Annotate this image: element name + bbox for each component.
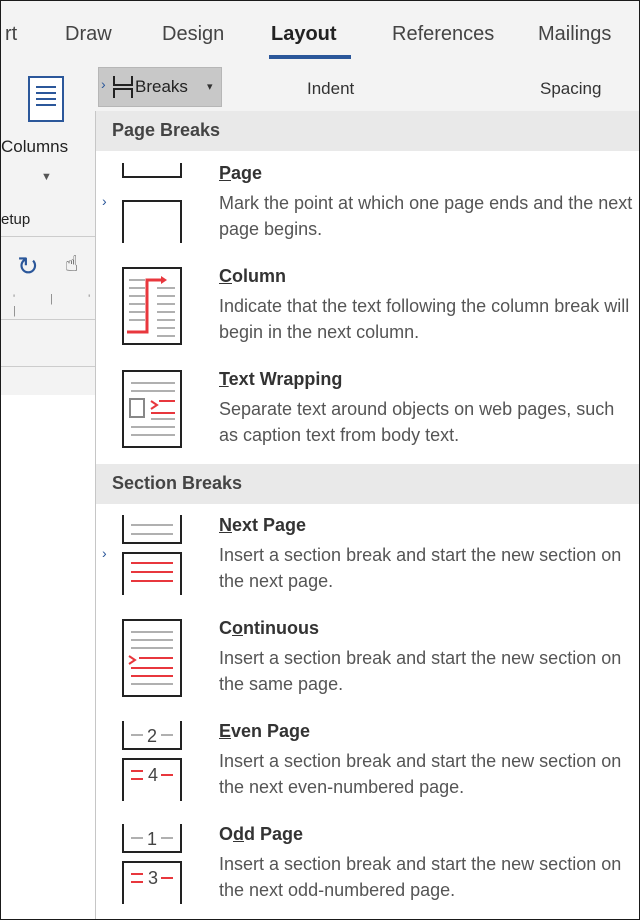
item-description: Insert a section break and start the new… — [219, 751, 622, 797]
svg-text:2: 2 — [147, 726, 157, 746]
page-break-icon — [122, 163, 182, 243]
breaks-icon — [113, 76, 133, 98]
breaks-button[interactable]: › Breaks ▾ — [98, 67, 222, 107]
ribbon-divider — [1, 236, 95, 237]
item-title: Even Page — [219, 721, 311, 741]
menu-item-text-wrapping[interactable]: Text Wrapping Separate text around objec… — [96, 369, 639, 459]
menu-item-page[interactable]: › Page Mark the point at which one page … — [96, 163, 639, 253]
touch-mode-icon[interactable]: ☝ — [65, 251, 78, 277]
odd-page-break-icon: 1 3 — [122, 824, 182, 904]
word-window: rt Draw Design Layout References Mailing… — [0, 0, 640, 920]
spacing-label: Spacing — [540, 79, 602, 98]
page-setup-group-label: etup — [1, 211, 31, 228]
svg-text:4: 4 — [148, 765, 158, 785]
even-page-break-icon: 2 4 — [122, 721, 182, 801]
menu-item-odd-page[interactable]: 1 3 Odd Page Insert a section break and … — [96, 824, 639, 914]
document-edge — [1, 366, 95, 367]
columns-dropdown-arrow[interactable]: ▼ — [41, 171, 52, 183]
menu-item-continuous[interactable]: Continuous Insert a section break and st… — [96, 618, 639, 708]
item-title: Next Page — [219, 515, 307, 535]
chevron-right-icon: › — [102, 545, 107, 561]
page-breaks-header: Page Breaks — [96, 111, 639, 151]
ribbon-tabs: rt Draw Design Layout References Mailing… — [1, 1, 639, 65]
tab-draw[interactable]: Draw — [65, 23, 112, 46]
chevron-right-icon: › — [101, 76, 106, 92]
chevron-right-icon: › — [102, 193, 107, 209]
item-description: Separate text around objects on web page… — [219, 399, 615, 445]
tab-layout[interactable]: Layout — [271, 23, 337, 46]
svg-text:1: 1 — [147, 829, 157, 849]
item-description: Insert a section break and start the new… — [219, 648, 622, 694]
rotate-icon[interactable]: ↻ — [17, 251, 39, 282]
menu-item-even-page[interactable]: 2 4 Even Page Insert a section break and… — [96, 721, 639, 811]
item-title: Text Wrapping — [219, 369, 343, 389]
columns-button-label[interactable]: Columns — [1, 137, 68, 157]
ruler-divider — [1, 319, 95, 320]
menu-item-column[interactable]: Column Indicate that the text following … — [96, 266, 639, 356]
tab-references[interactable]: References — [392, 23, 494, 46]
continuous-break-icon — [122, 619, 182, 697]
tab-mailings[interactable]: Mailings — [538, 23, 611, 46]
item-description: Mark the point at which one page ends an… — [219, 193, 633, 239]
svg-text:3: 3 — [148, 868, 158, 888]
column-break-icon — [122, 267, 182, 345]
item-description: Insert a section break and start the new… — [219, 854, 622, 900]
tab-insert[interactable]: rt — [5, 23, 17, 46]
breaks-dropdown-menu: Page Breaks › Page Mark the point at whi… — [95, 111, 639, 919]
chevron-down-icon: ▾ — [207, 81, 213, 93]
active-tab-indicator — [269, 55, 351, 59]
next-page-break-icon — [122, 515, 182, 595]
item-description: Indicate that the text following the col… — [219, 296, 630, 342]
columns-icon[interactable] — [28, 76, 64, 122]
text-wrapping-icon — [122, 370, 182, 448]
item-title: Odd Page — [219, 824, 304, 844]
breaks-label: Breaks — [135, 77, 188, 96]
item-title: Continuous — [219, 618, 319, 638]
section-breaks-header: Section Breaks — [96, 464, 639, 504]
item-title: Page — [219, 163, 263, 183]
item-title: Column — [219, 266, 286, 286]
indent-label: Indent — [307, 79, 355, 98]
tab-design[interactable]: Design — [162, 23, 224, 46]
menu-item-next-page[interactable]: › Next Page Insert a section break and s… — [96, 515, 639, 605]
ruler: ' | ' | — [13, 293, 107, 317]
item-description: Insert a section break and start the new… — [219, 545, 622, 591]
